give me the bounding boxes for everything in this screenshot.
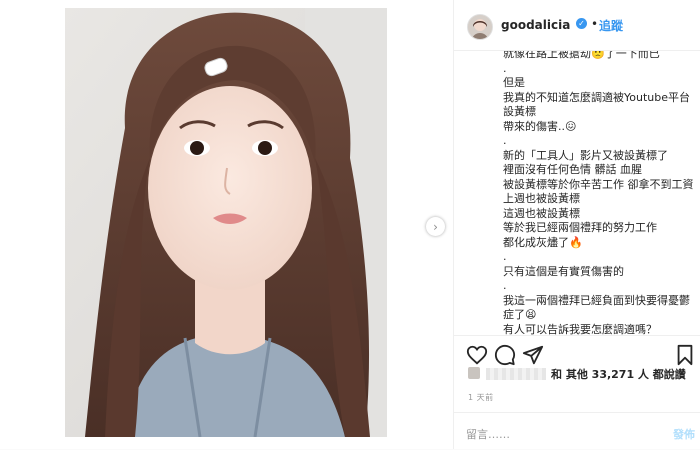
caption-line: 症了😫 <box>503 308 537 321</box>
caption-line: 裡面沒有任何色情 髒話 血腥 <box>503 163 642 176</box>
post-sidebar: goodalicia ✓ • 追蹤 就像在路上被搶劫🙁了一下而已. 但是 我真的不知… <box>454 0 700 449</box>
media-panel: › <box>0 0 454 449</box>
likes-summary: 和 其他 33,271 人 都說讚 <box>454 365 700 387</box>
caption-line: 只有這個是有實質傷害的 <box>503 264 624 278</box>
caption-line: . <box>503 134 507 147</box>
caption-line: 帶來的傷害..😖 <box>503 119 577 133</box>
caption-line: 設黃標 <box>503 105 536 118</box>
caption-line: 就像在路上被搶劫🙁了一下而已 <box>503 51 660 60</box>
speech-bubble-icon[interactable] <box>494 344 516 366</box>
caption-line: 我這一兩個禮拜已經負面到快要得憂鬱 <box>503 293 690 307</box>
caption-line: . <box>503 61 507 75</box>
caption-line: 被設黃標等於你辛苦工作 卻拿不到工資 <box>503 177 694 191</box>
caption-area[interactable]: 就像在路上被搶劫🙁了一下而已. 但是 我真的不知道怎麼調適被Youtube平台 設黃標… <box>454 51 700 335</box>
follow-button[interactable]: 追蹤 <box>599 17 623 34</box>
heart-outline-icon[interactable] <box>466 344 488 366</box>
comment-input[interactable]: 留言…… <box>466 426 510 442</box>
avatar[interactable] <box>467 14 493 40</box>
verified-badge-icon: ✓ <box>576 18 587 29</box>
caption-line: 等於我已經兩個禮拜的努力工作 <box>503 221 657 234</box>
bookmark-icon[interactable] <box>674 344 696 366</box>
caption-line: 新的「工具人」影片又被設黃標了 <box>503 148 668 162</box>
instagram-post-view: › goodalicia ✓ • 追蹤 就像在路上被搶劫🙁了一下而已. 但是 我真的… <box>0 0 700 449</box>
caption-line: 但是 <box>503 76 525 89</box>
portrait-image <box>65 8 387 437</box>
likes-count-link[interactable]: 和 其他 33,271 人 都說讚 <box>551 366 686 382</box>
chevron-right-icon: › <box>433 219 438 234</box>
caption-line: 都化成灰燼了🔥 <box>503 235 583 249</box>
caption-line: 上週也被設黃標 <box>503 192 580 205</box>
post-timestamp[interactable]: 1 天前 <box>468 392 494 403</box>
caption-line: . <box>503 279 507 292</box>
caption-text: 就像在路上被搶劫🙁了一下而已. 但是 我真的不知道怎麼調適被Youtube平台 設黃標… <box>503 51 694 336</box>
post-photo[interactable] <box>65 8 387 437</box>
caption-line: 有人可以告訴我要怎麼調適嗎？ <box>503 322 657 336</box>
comment-bar: 留言…… 發佈 <box>454 412 700 450</box>
liker-avatar[interactable] <box>468 367 480 379</box>
username-link[interactable]: goodalicia <box>501 18 570 32</box>
avatar-image <box>468 15 492 39</box>
paper-plane-icon[interactable] <box>522 344 544 366</box>
post-header: goodalicia ✓ • 追蹤 <box>454 0 700 51</box>
post-comment-button[interactable]: 發佈 <box>673 426 695 442</box>
caption-line: 這週也被設黃標 <box>503 206 580 220</box>
separator-dot: • <box>591 17 599 31</box>
liker-name-redacted[interactable] <box>486 368 546 380</box>
caption-line: . <box>503 250 507 263</box>
next-photo-button[interactable]: › <box>426 217 445 236</box>
caption-line: 我真的不知道怎麼調適被Youtube平台 <box>503 90 690 104</box>
